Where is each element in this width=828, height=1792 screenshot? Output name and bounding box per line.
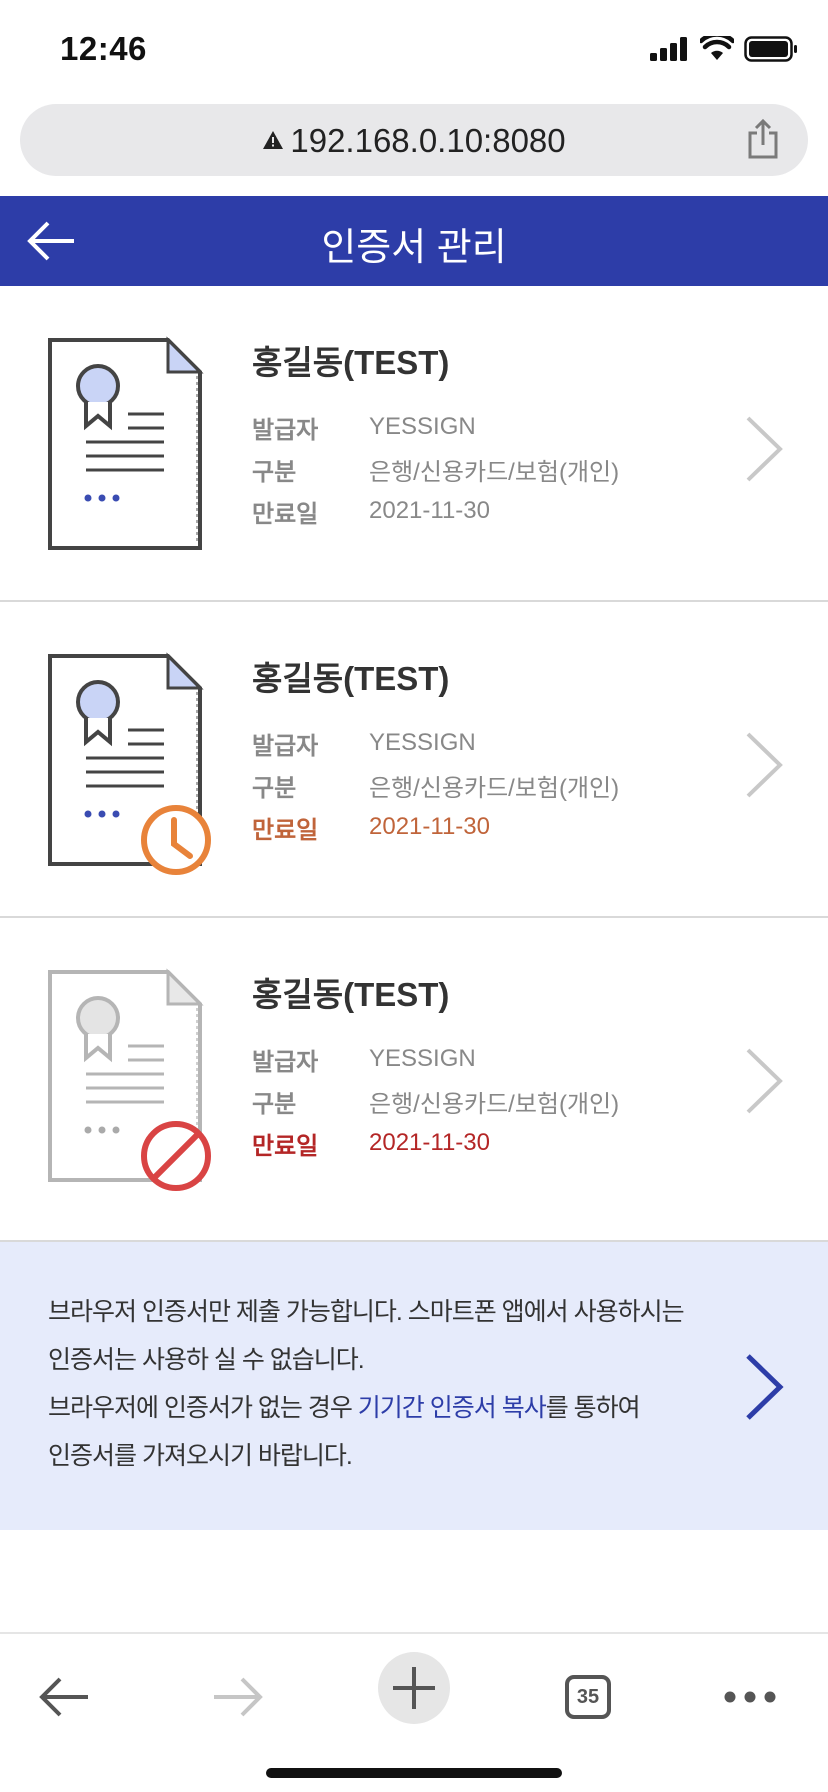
notice-line: 브라우저 인증서만 제출 가능합니다. 스마트폰 앱에서 사용하시는 xyxy=(48,1298,685,1326)
issuer-label: 발급자 xyxy=(252,416,319,444)
issuer-value: YESSIGN xyxy=(369,1045,476,1072)
wifi-icon xyxy=(700,36,734,60)
notice-text: 브라우저 인증서만 제출 가능합니다. 스마트폰 앱에서 사용하시는 인증서는 … xyxy=(48,1288,708,1480)
category-label: 구분 xyxy=(252,458,297,486)
chevron-right-icon xyxy=(746,1048,783,1114)
issuer-label: 발급자 xyxy=(252,732,319,760)
more-dots-icon xyxy=(724,1691,776,1703)
category-label: 구분 xyxy=(252,1090,297,1118)
battery-icon xyxy=(744,36,797,62)
warning-icon xyxy=(263,131,284,149)
app-header: 인증서 관리 xyxy=(0,196,828,286)
clock-icon xyxy=(141,805,211,875)
chevron-right-icon xyxy=(746,732,783,798)
issuer-value: YESSIGN xyxy=(369,413,476,440)
expiry-label: 만료일 xyxy=(252,816,319,844)
chevron-right-icon xyxy=(746,416,783,482)
notice-text-fragment: 를 통하여 xyxy=(545,1394,641,1422)
tabs-button[interactable]: 35 xyxy=(548,1662,628,1732)
url-display[interactable]: 192.168.0.10:8080 xyxy=(20,122,808,160)
certificate-icon xyxy=(48,652,211,875)
certificate-item[interactable]: 홍길동(TEST) 발급자 YESSIGN 구분 은행/신용카드/보험(개인) … xyxy=(0,918,828,1242)
category-value: 은행/신용카드/보험(개인) xyxy=(369,774,620,802)
arrow-left-icon xyxy=(39,1677,88,1717)
issuer-label: 발급자 xyxy=(252,1048,319,1076)
issuer-value: YESSIGN xyxy=(369,729,476,756)
expiry-value: 2021-11-30 xyxy=(369,1129,490,1156)
arrow-right-icon xyxy=(214,1677,263,1717)
plus-icon xyxy=(393,1667,435,1709)
notice-line: 브라우저에 인증서가 없는 경우 기기간 인증서 복사를 통하여 xyxy=(48,1384,708,1432)
chevron-right-icon[interactable] xyxy=(744,1352,784,1422)
url-text: 192.168.0.10:8080 xyxy=(290,122,566,159)
category-value: 은행/신용카드/보험(개인) xyxy=(369,458,620,486)
certificate-name: 홍길동(TEST) xyxy=(252,344,450,381)
status-bar: 12:46 xyxy=(0,0,828,100)
category-label: 구분 xyxy=(252,774,297,802)
notice-panel[interactable]: 브라우저 인증서만 제출 가능합니다. 스마트폰 앱에서 사용하시는 인증서는 … xyxy=(0,1242,828,1530)
new-tab-button[interactable] xyxy=(378,1652,450,1724)
certificate-icon xyxy=(48,336,204,550)
expiry-value: 2021-11-30 xyxy=(369,813,490,840)
tab-count-badge: 35 xyxy=(565,1675,611,1719)
status-time: 12:46 xyxy=(60,30,147,67)
address-bar[interactable]: 192.168.0.10:8080 xyxy=(20,104,808,176)
more-button[interactable] xyxy=(710,1662,790,1732)
certificate-item[interactable]: 홍길동(TEST) 발급자 YESSIGN 구분 은행/신용카드/보험(개인) … xyxy=(0,286,828,602)
share-icon[interactable] xyxy=(746,118,780,160)
browser-forward-button[interactable] xyxy=(198,1662,278,1732)
browser-back-button[interactable] xyxy=(24,1662,104,1732)
expiry-value: 2021-11-30 xyxy=(369,497,490,524)
signal-icon xyxy=(650,37,687,61)
device-cert-copy-link[interactable]: 기기간 인증서 복사 xyxy=(358,1394,547,1422)
notice-text-fragment: 브라우저에 인증서가 없는 경우 xyxy=(48,1394,358,1422)
certificate-name: 홍길동(TEST) xyxy=(252,660,450,697)
page-title: 인증서 관리 xyxy=(321,227,507,269)
certificate-name: 홍길동(TEST) xyxy=(252,976,450,1013)
status-icons xyxy=(650,34,798,64)
notice-line: 인증서는 사용하 실 수 없습니다. xyxy=(48,1346,365,1374)
certificate-icon xyxy=(48,968,211,1191)
home-indicator[interactable] xyxy=(266,1768,562,1778)
notice-line: 인증서를 가져오시기 바랍니다. xyxy=(48,1442,353,1470)
prohibited-icon xyxy=(141,1121,211,1191)
expiry-label: 만료일 xyxy=(252,1132,319,1160)
category-value: 은행/신용카드/보험(개인) xyxy=(369,1090,620,1118)
certificate-item[interactable]: 홍길동(TEST) 발급자 YESSIGN 구분 은행/신용카드/보험(개인) … xyxy=(0,602,828,918)
expiry-label: 만료일 xyxy=(252,500,319,528)
